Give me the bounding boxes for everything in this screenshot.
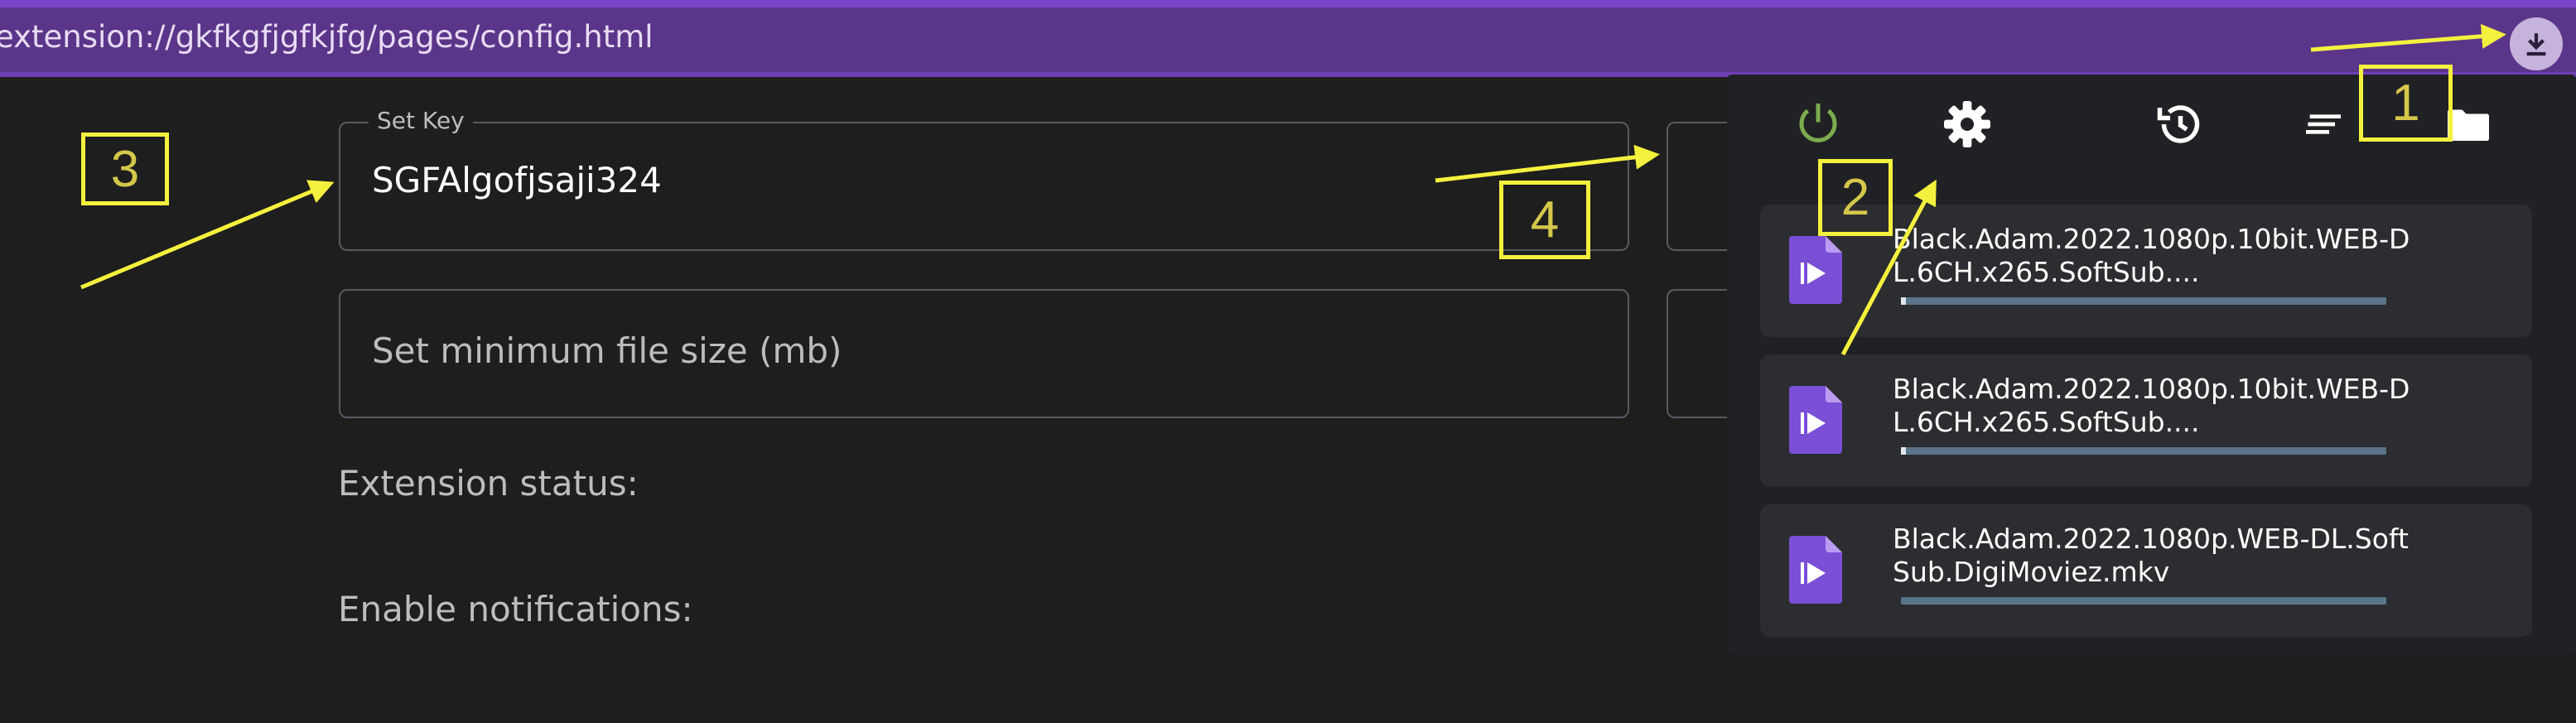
annotation-box-2: 2 [1818,159,1893,236]
annotation-arrows [80,23,2506,356]
annotation-box-3: 3 [81,133,169,205]
arrow-4 [1435,144,1660,183]
arrow-1 [2310,23,2506,52]
annotation-box-4: 4 [1499,181,1590,259]
annotation-box-1: 1 [2359,65,2453,142]
